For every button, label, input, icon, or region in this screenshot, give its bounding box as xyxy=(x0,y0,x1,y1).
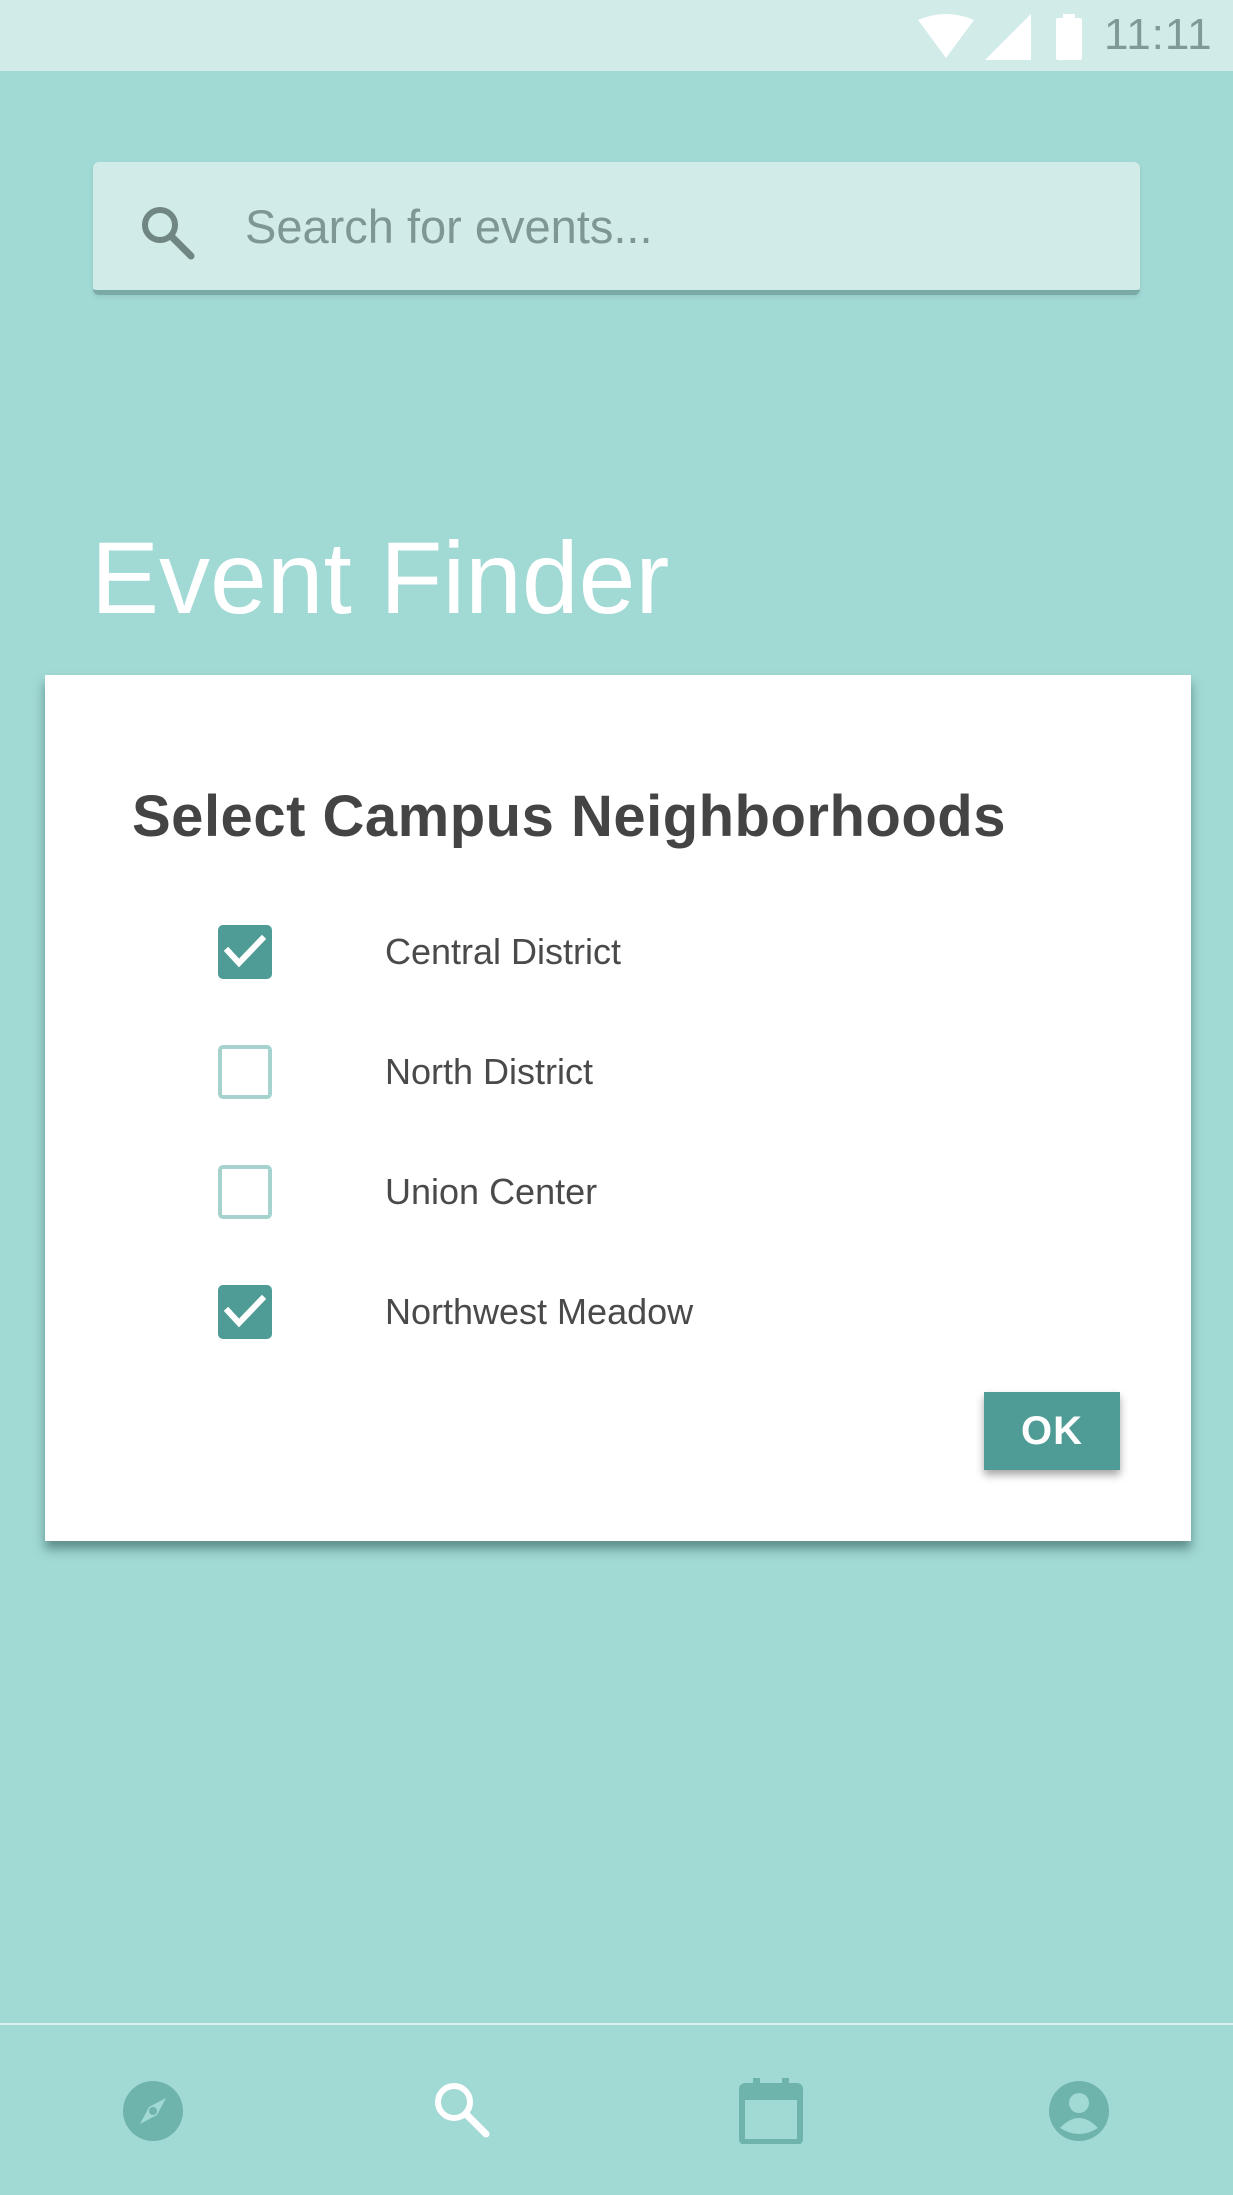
option-label: North District xyxy=(385,1051,594,1092)
search-input[interactable] xyxy=(243,190,1107,262)
nav-search[interactable] xyxy=(430,2078,496,2144)
bottom-nav xyxy=(0,2023,1233,2195)
option-central-district[interactable]: Central District xyxy=(218,925,918,983)
option-label: Union Center xyxy=(385,1171,598,1212)
nav-profile[interactable] xyxy=(1046,2078,1112,2144)
search-icon xyxy=(430,2078,496,2144)
search-icon xyxy=(139,204,195,265)
status-bar: 11:11 xyxy=(0,0,1233,71)
option-label: Central District xyxy=(385,931,622,972)
battery-icon xyxy=(1056,14,1082,65)
checkbox-checked[interactable] xyxy=(218,925,272,979)
ok-button[interactable]: OK xyxy=(984,1392,1120,1470)
compass-icon xyxy=(120,2078,186,2144)
account-icon xyxy=(1046,2078,1112,2144)
cell-signal-icon xyxy=(985,14,1031,65)
dialog-title: Select Campus Neighborhoods xyxy=(132,784,1006,849)
calendar-icon xyxy=(738,2078,804,2144)
wifi-icon xyxy=(918,14,974,63)
status-time: 11:11 xyxy=(1104,10,1213,59)
page-title: Event Finder xyxy=(91,521,670,635)
checkbox-unchecked[interactable] xyxy=(218,1045,272,1099)
search-bar[interactable] xyxy=(93,162,1140,295)
option-union-center[interactable]: Union Center xyxy=(218,1165,918,1223)
nav-calendar[interactable] xyxy=(738,2078,804,2144)
option-northwest-meadow[interactable]: Northwest Meadow xyxy=(218,1285,918,1343)
checkbox-unchecked[interactable] xyxy=(218,1165,272,1219)
nav-explore[interactable] xyxy=(120,2078,186,2144)
option-north-district[interactable]: North District xyxy=(218,1045,918,1103)
checkbox-checked[interactable] xyxy=(218,1285,272,1339)
neighborhood-dialog: Select Campus Neighborhoods Central Dist… xyxy=(45,675,1191,1541)
option-label: Northwest Meadow xyxy=(385,1291,694,1332)
